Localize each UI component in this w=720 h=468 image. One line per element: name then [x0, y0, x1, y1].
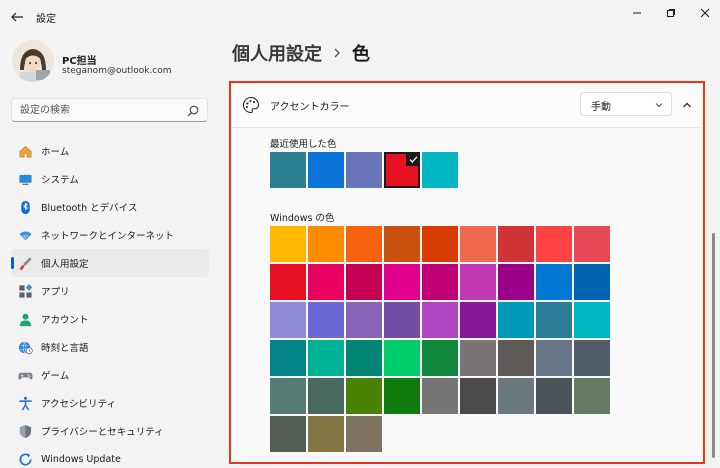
profile-email: steganom@outlook.com: [62, 66, 172, 76]
scrollbar[interactable]: [712, 233, 715, 458]
breadcrumb-parent[interactable]: 個人用設定: [232, 40, 322, 66]
back-arrow-icon[interactable]: [10, 10, 24, 24]
highlight-frame: [229, 81, 705, 464]
sidebar-item-network[interactable]: ネットワークとインターネット: [11, 221, 209, 249]
gamepad-icon: [17, 367, 33, 383]
sidebar-item-time-language[interactable]: 時刻と言語: [11, 333, 209, 361]
wifi-icon: [17, 227, 33, 243]
globe-clock-icon: [17, 339, 33, 355]
sidebar-item-personalization[interactable]: 個人用設定: [11, 249, 209, 277]
close-icon: [700, 8, 710, 18]
close-button[interactable]: [688, 4, 720, 22]
bluetooth-icon: [17, 199, 33, 215]
update-icon: [17, 451, 33, 467]
minimize-icon: [633, 12, 641, 14]
window-title: 設定: [36, 14, 56, 25]
page-title: 色: [352, 44, 370, 65]
minimize-button[interactable]: [620, 4, 654, 22]
restore-button[interactable]: [654, 4, 688, 22]
accessibility-icon: [17, 395, 33, 411]
sidebar-item-privacy[interactable]: プライバシーとセキュリティ: [11, 417, 209, 445]
restore-icon: [667, 9, 675, 17]
profile-name: PC担当: [62, 56, 97, 67]
sidebar-item-bluetooth[interactable]: Bluetooth とデバイス: [11, 193, 209, 221]
sidebar-item-windows-update[interactable]: Windows Update: [11, 445, 209, 468]
sidebar-item-accounts[interactable]: アカウント: [11, 305, 209, 333]
shield-icon: [17, 423, 33, 439]
search-box[interactable]: [11, 98, 208, 122]
apps-icon: [17, 283, 33, 299]
sidebar-item-gaming[interactable]: ゲーム: [11, 361, 209, 389]
paintbrush-icon: [17, 255, 33, 271]
search-icon[interactable]: [187, 105, 199, 117]
avatar[interactable]: [12, 40, 54, 82]
chevron-right-icon: [334, 48, 340, 58]
home-icon: [17, 143, 33, 159]
sidebar-nav: ホーム システム Bluetooth とデバイス ネットワークとインターネット …: [11, 137, 209, 468]
monitor-icon: [17, 171, 33, 187]
sidebar-item-accessibility[interactable]: アクセシビリティ: [11, 389, 209, 417]
sidebar-item-system[interactable]: システム: [11, 165, 209, 193]
search-input[interactable]: [20, 103, 180, 118]
sidebar-item-home[interactable]: ホーム: [11, 137, 209, 165]
sidebar-item-apps[interactable]: アプリ: [11, 277, 209, 305]
avatar-illustration: [12, 40, 54, 82]
breadcrumb: 個人用設定 色: [232, 40, 370, 66]
title-bar: 設定: [0, 0, 720, 34]
person-icon: [17, 311, 33, 327]
